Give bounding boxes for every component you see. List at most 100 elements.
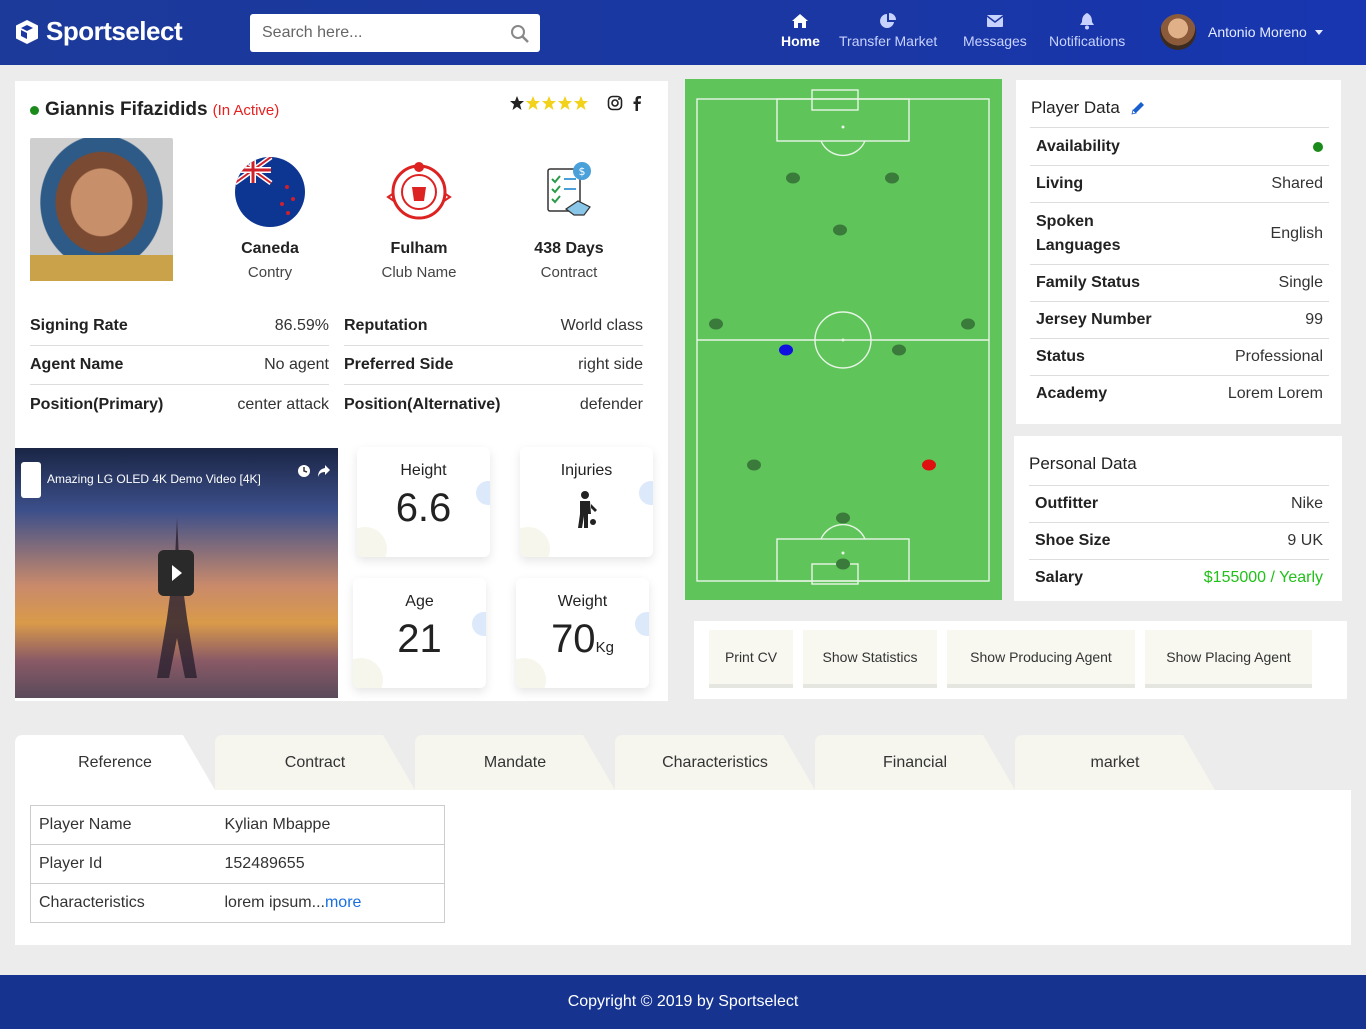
player-marker[interactable] xyxy=(836,558,850,570)
video-title[interactable]: Amazing LG OLED 4K Demo Video [4K] xyxy=(47,472,261,486)
chevron-down-icon[interactable] xyxy=(1314,29,1323,35)
player-marker[interactable] xyxy=(836,512,850,524)
show-producing-agent-button[interactable]: Show Producing Agent xyxy=(947,630,1135,688)
ref-value: lorem ipsum... xyxy=(224,894,325,911)
info-row-position-primary: Position(Primary) center attack xyxy=(30,385,329,424)
info-value: right side xyxy=(578,356,643,373)
info-key: Position(Primary) xyxy=(30,395,164,413)
player-photo xyxy=(30,138,173,281)
data-value: English xyxy=(1270,224,1323,242)
tab-contract[interactable]: Contract xyxy=(215,735,415,790)
brand-logo[interactable]: Sportselect xyxy=(14,16,183,47)
search-input[interactable] xyxy=(250,14,490,52)
club-value: Fulham xyxy=(390,240,448,257)
user-menu[interactable]: Antonio Moreno xyxy=(1160,14,1323,50)
weight-value: 70 xyxy=(551,617,596,661)
player-name: Giannis Fifazidids xyxy=(45,99,208,120)
star-icon[interactable] xyxy=(525,95,541,111)
details-tabs: Reference Contract Mandate Characteristi… xyxy=(15,735,1351,945)
print-cv-button[interactable]: Print CV xyxy=(709,630,793,688)
nav-home[interactable]: Home xyxy=(781,12,820,49)
share-icon[interactable] xyxy=(317,464,331,478)
tab-reference[interactable]: Reference xyxy=(15,735,215,790)
nav-transfer-market[interactable]: Transfer Market xyxy=(839,12,937,49)
age-card: Age 21 xyxy=(353,578,486,688)
club-stat: Fulham Club Name xyxy=(359,157,479,281)
info-row-agent-name: Agent Name No agent xyxy=(30,346,329,385)
tab-contract-label: Contract xyxy=(284,753,346,771)
info-row-signing-rate: Signing Rate 86.59% xyxy=(30,307,329,346)
ref-key: Player Id xyxy=(30,844,217,884)
data-value: Single xyxy=(1278,274,1323,291)
home-icon xyxy=(792,14,809,28)
star-icon[interactable] xyxy=(509,95,525,111)
player-marker[interactable] xyxy=(961,318,975,330)
star-icon[interactable] xyxy=(541,95,557,111)
player-marker-alternative[interactable] xyxy=(922,459,936,471)
player-info-left: Signing Rate 86.59% Agent Name No agent Po… xyxy=(30,307,329,424)
info-row-position-alternative: Position(Alternative) defender xyxy=(344,385,643,424)
data-key: Academy xyxy=(1036,385,1108,402)
player-status: (In Active) xyxy=(212,101,280,119)
table-row: Characteristics lorem ipsum...more xyxy=(30,883,445,923)
weight-label: Weight xyxy=(557,593,608,610)
cube-icon xyxy=(16,19,38,44)
player-marker[interactable] xyxy=(892,344,906,356)
player-marker[interactable] xyxy=(786,172,800,184)
video-player[interactable]: Amazing LG OLED 4K Demo Video [4K] xyxy=(15,448,338,698)
info-key: Signing Rate xyxy=(30,317,128,334)
player-profile-card: Giannis Fifazidids (In Active) Caneda Co… xyxy=(15,81,668,701)
star-icon[interactable] xyxy=(557,95,573,111)
player-marker-primary[interactable] xyxy=(779,344,793,356)
show-statistics-button[interactable]: Show Statistics xyxy=(803,630,937,688)
weight-unit: Kg xyxy=(595,639,614,656)
data-key: Salary xyxy=(1035,569,1084,586)
clock-icon[interactable] xyxy=(297,464,311,478)
show-placing-agent-button[interactable]: Show Placing Agent xyxy=(1145,630,1312,688)
star-icon[interactable] xyxy=(573,95,589,111)
data-value: Nike xyxy=(1290,495,1323,512)
height-label: Height xyxy=(400,462,447,479)
tab-financial-label: Financial xyxy=(882,753,948,771)
nav-notifications[interactable]: Notifications xyxy=(1049,12,1125,49)
injuries-label: Injuries xyxy=(560,462,613,479)
user-name: Antonio Moreno xyxy=(1208,24,1307,40)
nav-messages[interactable]: Messages xyxy=(963,12,1027,49)
availability-status-icon xyxy=(1313,141,1323,152)
data-value: 9 UK xyxy=(1287,532,1323,549)
player-marker[interactable] xyxy=(833,224,847,236)
player-marker[interactable] xyxy=(885,172,899,184)
table-row: Player Name Kylian Mbappe xyxy=(30,805,445,845)
country-stat: Caneda Contry xyxy=(210,157,330,281)
data-row-outfitter: Outfitter Nike xyxy=(1029,485,1329,522)
data-row-spoken-languages: Spoken Languages English xyxy=(1030,202,1329,264)
player-marker[interactable] xyxy=(709,318,723,330)
injured-player-icon xyxy=(577,491,597,528)
avatar[interactable] xyxy=(1160,14,1196,50)
facebook-icon[interactable] xyxy=(631,95,643,111)
data-row-family-status: Family Status Single xyxy=(1030,264,1329,301)
more-link[interactable]: more xyxy=(325,894,361,911)
pie-chart-icon xyxy=(880,13,897,28)
weight-display: 70Kg xyxy=(516,617,649,662)
info-row-reputation: Reputation World class xyxy=(344,307,643,346)
tab-mandate[interactable]: Mandate xyxy=(415,735,615,790)
ref-value: Kylian Mbappe xyxy=(216,805,445,845)
tab-financial[interactable]: Financial xyxy=(815,735,1015,790)
svg-text:$: $ xyxy=(579,165,586,178)
search-icon[interactable] xyxy=(510,24,530,44)
instagram-icon[interactable] xyxy=(607,95,623,111)
ref-value: 152489655 xyxy=(216,844,445,884)
club-label: Club Name xyxy=(381,264,457,281)
pencil-icon[interactable] xyxy=(1130,100,1146,116)
tab-characteristics[interactable]: Characteristics xyxy=(615,735,815,790)
info-value: World class xyxy=(560,317,643,334)
play-button[interactable] xyxy=(158,550,194,596)
contract-handshake-icon: $ xyxy=(547,162,591,216)
data-key: Living xyxy=(1036,175,1084,192)
player-marker[interactable] xyxy=(747,459,761,471)
info-key: Preferred Side xyxy=(344,356,454,373)
envelope-icon xyxy=(986,15,1004,27)
tab-market[interactable]: market xyxy=(1015,735,1215,790)
rating-stars xyxy=(509,95,589,111)
